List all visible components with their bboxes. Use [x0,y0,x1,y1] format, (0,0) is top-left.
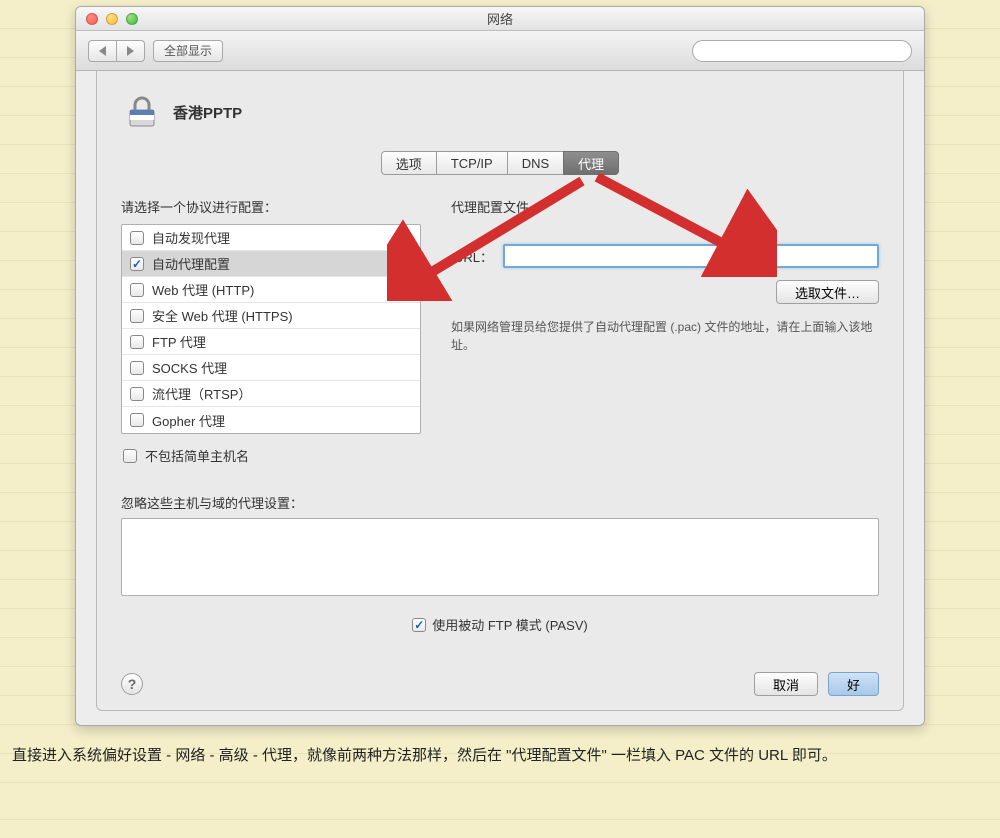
proto-label: 流代理（RTSP） [152,384,251,403]
connection-header: 香港PPTP [121,91,879,133]
tab-tcpip[interactable]: TCP/IP [436,151,508,175]
main-columns: 请选择一个协议进行配置： 自动发现代理 自动代理配置 Web 代理 (HTTP) [121,197,879,479]
checkbox[interactable] [130,335,144,349]
checkbox[interactable] [130,413,144,427]
proto-row-socks[interactable]: SOCKS 代理 [122,355,420,381]
proto-row-ftp[interactable]: FTP 代理 [122,329,420,355]
checkbox[interactable] [130,283,144,297]
show-all-button[interactable]: 全部显示 [153,40,223,62]
proto-label: 自动发现代理 [152,228,230,247]
nav-button-group [88,40,145,62]
checkbox[interactable] [412,618,426,632]
proto-row-rtsp[interactable]: 流代理（RTSP） [122,381,420,407]
url-row: URL： [451,244,879,268]
proto-row-http[interactable]: Web 代理 (HTTP) [122,277,420,303]
tab-bar: 选项 TCP/IP DNS 代理 [121,151,879,175]
proto-label: 自动代理配置 [152,254,230,273]
proxy-config-header: 代理配置文件 [451,197,879,216]
protocol-list: 自动发现代理 自动代理配置 Web 代理 (HTTP) 安全 Web 代理 (H… [121,224,421,434]
checkbox[interactable] [130,231,144,245]
proto-label: FTP 代理 [152,332,206,351]
checkbox[interactable] [130,387,144,401]
preferences-window: 网络 全部显示 香港PPTP 选项 TCP/I [75,6,925,726]
connection-name: 香港PPTP [173,102,242,123]
exclude-hosts-label: 忽略这些主机与域的代理设置： [121,493,879,512]
chevron-right-icon [127,46,134,56]
tab-options[interactable]: 选项 [381,151,437,175]
checkbox[interactable] [130,361,144,375]
window-title: 网络 [487,9,513,28]
checkbox[interactable] [130,257,144,271]
cancel-button[interactable]: 取消 [754,672,818,696]
lock-icon [121,91,163,133]
proto-row-gopher[interactable]: Gopher 代理 [122,407,420,433]
chevron-left-icon [99,46,106,56]
checkbox[interactable] [130,309,144,323]
article-caption: 直接进入系统偏好设置 - 网络 - 高级 - 代理，就像前两种方法那样，然后在 … [12,742,988,769]
zoom-window-button[interactable] [126,13,138,25]
search-wrap [692,40,912,62]
url-label: URL： [451,247,493,266]
proto-row-auto-discover[interactable]: 自动发现代理 [122,225,420,251]
choose-file-button[interactable]: 选取文件… [776,280,879,304]
advanced-sheet: 香港PPTP 选项 TCP/IP DNS 代理 请选择一个协议进行配置： 自动发… [96,71,904,711]
exclude-hosts-textarea[interactable] [121,518,879,596]
protocol-list-label: 请选择一个协议进行配置： [121,197,421,216]
pac-help-text: 如果网络管理员给您提供了自动代理配置 (.pac) 文件的地址，请在上面输入该地… [451,318,879,354]
tab-dns[interactable]: DNS [507,151,564,175]
pasv-label: 使用被动 FTP 模式 (PASV) [432,615,588,634]
proto-row-https[interactable]: 安全 Web 代理 (HTTPS) [122,303,420,329]
forward-button[interactable] [116,40,145,62]
exclude-simple-label: 不包括简单主机名 [145,446,249,465]
proto-label: SOCKS 代理 [152,358,227,377]
proto-label: 安全 Web 代理 (HTTPS) [152,306,293,325]
tab-proxy[interactable]: 代理 [563,151,619,175]
help-button[interactable]: ? [121,673,143,695]
url-input[interactable] [503,244,879,268]
toolbar: 全部显示 [76,31,924,71]
right-column: 代理配置文件 URL： 选取文件… 如果网络管理员给您提供了自动代理配置 (.p… [451,197,879,479]
close-window-button[interactable] [86,13,98,25]
proto-label: Web 代理 (HTTP) [152,280,254,299]
ok-button[interactable]: 好 [828,672,879,696]
traffic-lights [86,13,138,25]
search-input[interactable] [692,40,912,62]
exclude-simple-row[interactable]: 不包括简单主机名 [123,446,421,465]
left-column: 请选择一个协议进行配置： 自动发现代理 自动代理配置 Web 代理 (HTTP) [121,197,421,479]
button-row: 取消 好 [754,672,879,696]
proto-row-auto-config[interactable]: 自动代理配置 [122,251,420,277]
checkbox[interactable] [123,449,137,463]
minimize-window-button[interactable] [106,13,118,25]
window-titlebar: 网络 [76,7,924,31]
proto-label: Gopher 代理 [152,411,225,430]
bottom-row: ? 取消 好 [121,672,879,696]
pasv-row[interactable]: 使用被动 FTP 模式 (PASV) [121,615,879,634]
back-button[interactable] [88,40,116,62]
